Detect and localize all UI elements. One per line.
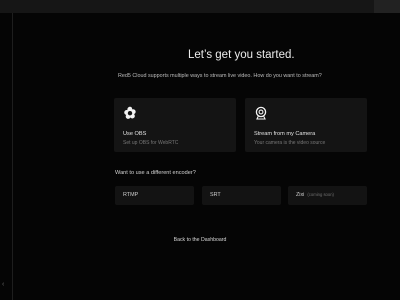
webcam-icon xyxy=(255,106,267,120)
back-row: Back to the Dashboard xyxy=(0,237,400,243)
srt-label: SRT xyxy=(210,192,221,198)
coming-soon-note: (coming soon) xyxy=(307,192,334,197)
encoder-heading: Want to use a different encoder? xyxy=(115,170,196,176)
rtmp-button[interactable]: RTMP xyxy=(115,186,194,205)
zixi-label: Zixi xyxy=(296,192,305,198)
stream-from-camera-card[interactable]: Stream from my Camera Your camera is the… xyxy=(245,98,367,152)
zixi-button: Zixi (coming soon) xyxy=(288,186,367,205)
page-subtitle: Red5 Cloud supports multiple ways to str… xyxy=(118,73,322,79)
top-bar xyxy=(0,0,400,13)
top-bar-edge xyxy=(374,0,400,13)
rtmp-label: RTMP xyxy=(123,192,139,198)
sidebar: ‹ xyxy=(0,13,13,300)
use-obs-label: Use OBS xyxy=(123,131,147,137)
stream-from-camera-description: Your camera is the video source xyxy=(254,140,326,146)
obs-icon xyxy=(124,106,136,119)
use-obs-description: Set up OBS for WebRTC xyxy=(123,140,179,146)
back-to-dashboard-link[interactable]: Back to the Dashboard xyxy=(174,237,227,243)
srt-button[interactable]: SRT xyxy=(202,186,281,205)
use-obs-card[interactable]: Use OBS Set up OBS for WebRTC xyxy=(114,98,236,152)
chevron-icon[interactable]: ‹ xyxy=(2,281,4,288)
page-title: Let’s get you started. xyxy=(188,49,295,61)
stream-from-camera-label: Stream from my Camera xyxy=(254,131,316,137)
zixi-label-row: Zixi (coming soon) xyxy=(296,192,334,198)
